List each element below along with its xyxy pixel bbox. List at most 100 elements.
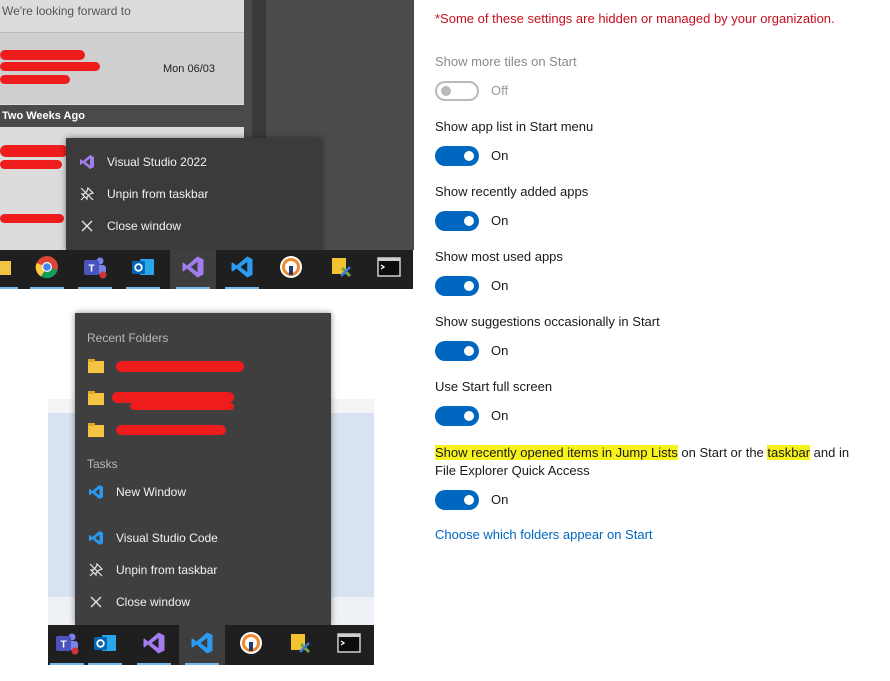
choose-folders-link[interactable]: Choose which folders appear on Start	[435, 527, 653, 542]
mail-date: Mon 06/03	[163, 63, 215, 75]
taskbar-button-outlook[interactable]	[120, 250, 166, 289]
redaction-mark	[0, 50, 85, 60]
toggle-jump-lists[interactable]	[435, 490, 479, 510]
visual-studio-icon	[142, 631, 166, 660]
toggle-state-most-used: On	[491, 278, 509, 293]
redaction-mark	[112, 392, 234, 403]
redaction-mark	[0, 62, 100, 71]
svg-text:T: T	[60, 639, 66, 650]
setting-label-recently-added: Show recently added apps	[435, 184, 589, 199]
toggle-most-used[interactable]	[435, 276, 479, 296]
taskbar-button-vpn[interactable]	[228, 625, 274, 665]
svg-text:T: T	[88, 264, 94, 275]
jumplist-item-label: New Window	[116, 485, 187, 499]
redaction-mark	[116, 425, 226, 435]
jumplist-item-label: Visual Studio 2022	[107, 155, 207, 169]
jumplist-visual-studio: Visual Studio 2022 Unpin from taskbar Cl…	[66, 138, 322, 250]
toggle-state-full-screen: On	[491, 408, 509, 423]
tool-icon	[329, 255, 353, 284]
setting-label-suggestions: Show suggestions occasionally in Start	[435, 314, 660, 329]
toggle-state-more-tiles: Off	[491, 83, 509, 98]
label-text: on Start or the	[677, 445, 768, 460]
terminal-icon	[377, 257, 401, 282]
toggle-state-recently-added: On	[491, 213, 509, 228]
tasks-header: Tasks	[87, 457, 118, 471]
toggle-suggestions[interactable]	[435, 341, 479, 361]
taskbar-button-chrome[interactable]	[24, 250, 70, 289]
mail-preview-text: We're looking forward to	[2, 4, 131, 18]
redaction-mark	[0, 145, 68, 157]
mail-item[interactable]: We're looking forward to	[0, 0, 244, 31]
taskbar-button-explorer[interactable]	[0, 250, 24, 289]
vpn-icon	[279, 255, 303, 284]
taskbar-button-vscode[interactable]	[179, 625, 225, 665]
redaction-mark	[0, 160, 62, 169]
setting-label-app-list: Show app list in Start menu	[435, 119, 594, 134]
jumplist-item-unpin[interactable]: Unpin from taskbar	[66, 179, 322, 209]
taskbar-button-terminal[interactable]	[366, 250, 412, 289]
jumplist-item-visual-studio[interactable]: Visual Studio 2022	[66, 147, 322, 177]
jumplist-item-label: Close window	[116, 595, 191, 609]
recent-folders-header: Recent Folders	[87, 331, 169, 345]
redaction-mark	[116, 361, 244, 372]
teams-icon: T	[54, 631, 80, 660]
unpin-icon	[78, 186, 96, 202]
redaction-mark	[0, 214, 64, 223]
redaction-mark	[0, 75, 70, 84]
jumplist-item-label: Unpin from taskbar	[107, 187, 209, 201]
outlook-icon	[130, 255, 156, 284]
taskbar-button-tool[interactable]	[277, 625, 323, 665]
taskbar-button-outlook[interactable]	[82, 625, 128, 665]
highlighted-text: taskbar	[767, 445, 811, 460]
toggle-recently-added[interactable]	[435, 211, 479, 231]
jumplist-vscode: Recent Folders Tasks New Window Visual S…	[75, 313, 331, 625]
redaction-mark	[130, 403, 234, 410]
taskbar-button-tool[interactable]	[318, 250, 364, 289]
setting-label-most-used: Show most used apps	[435, 249, 563, 264]
jumplist-item-label: Visual Studio Code	[116, 531, 218, 545]
managed-settings-note: *Some of these settings are hidden or ma…	[435, 11, 835, 26]
jumplist-item-label: Close window	[107, 219, 182, 233]
setting-label-jump-lists: Show recently opened items in Jump Lists…	[435, 444, 849, 480]
vscode-icon	[87, 484, 105, 500]
taskbar-button-terminal[interactable]	[326, 625, 372, 665]
taskbar-top: T	[0, 250, 413, 289]
vscode-icon	[87, 530, 105, 546]
taskbar-button-vscode[interactable]	[219, 250, 265, 289]
toggle-state-jump-lists: On	[491, 492, 509, 507]
folder-icon	[87, 422, 105, 438]
jumplist-item-close[interactable]: Close window	[66, 211, 322, 241]
teams-icon: T	[82, 255, 108, 284]
visual-studio-icon	[181, 255, 205, 284]
toggle-full-screen[interactable]	[435, 406, 479, 426]
jumplist-item-unpin[interactable]: Unpin from taskbar	[75, 555, 331, 585]
terminal-icon	[337, 632, 361, 658]
taskbar-button-visual-studio[interactable]	[131, 625, 177, 665]
jumplist-item-label: Unpin from taskbar	[116, 563, 218, 577]
taskbar-button-visual-studio[interactable]	[170, 250, 216, 289]
tool-icon	[288, 631, 312, 660]
taskbar-button-vpn[interactable]	[268, 250, 314, 289]
toggle-state-suggestions: On	[491, 343, 509, 358]
chrome-icon	[35, 255, 59, 284]
label-text: File Explorer Quick Access	[435, 463, 590, 478]
folder-icon	[87, 390, 105, 406]
close-icon	[87, 594, 105, 610]
taskbar-button-teams[interactable]: T	[72, 250, 118, 289]
toggle-more-tiles	[435, 81, 479, 101]
setting-label-more-tiles: Show more tiles on Start	[435, 54, 577, 69]
mail-group-header: Two Weeks Ago	[0, 105, 244, 127]
jumplist-item-close[interactable]: Close window	[75, 587, 331, 617]
close-icon	[78, 218, 96, 234]
unpin-icon	[87, 562, 105, 578]
toggle-state-app-list: On	[491, 148, 509, 163]
vscode-icon	[230, 255, 254, 284]
taskbar-bottom: T	[48, 625, 374, 665]
jumplist-item-vscode[interactable]: Visual Studio Code	[75, 523, 331, 553]
folder-icon	[0, 258, 12, 281]
toggle-app-list[interactable]	[435, 146, 479, 166]
vscode-icon	[190, 631, 214, 660]
jumplist-item-new-window[interactable]: New Window	[75, 477, 331, 507]
highlighted-text: Show recently opened items in Jump Lists	[435, 445, 678, 460]
vpn-icon	[239, 631, 263, 660]
